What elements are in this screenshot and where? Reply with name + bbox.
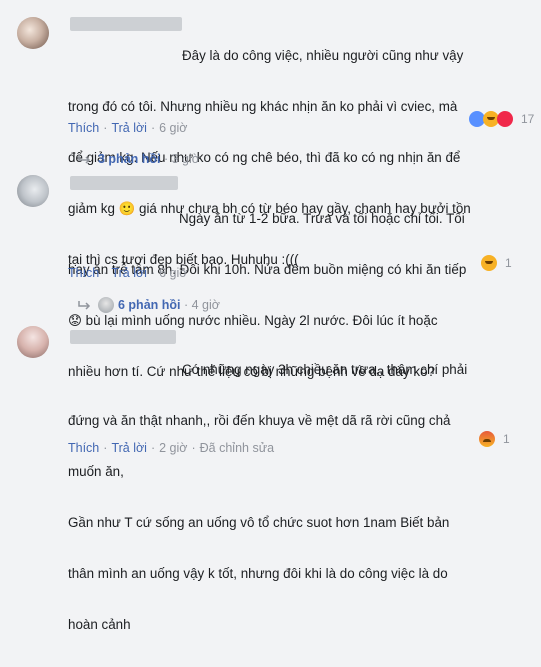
like-link[interactable]: Thích (68, 121, 99, 135)
reply-link[interactable]: Trả lời (111, 266, 147, 280)
reaction-count: 17 (521, 112, 535, 126)
comment-actions: Thích · Trả lời · 2 giờ · Đã chỉnh sửa (68, 441, 275, 455)
reply-avatar (98, 297, 114, 313)
haha-reaction-icon (481, 255, 497, 271)
reaction-summary[interactable]: 1 (481, 254, 512, 272)
comment-text: Có những ngày 3h chiều ăn trưa,, thậm ch… (68, 362, 468, 632)
reply-arrow-icon (78, 301, 91, 310)
edited-label[interactable]: Đã chỉnh sửa (200, 441, 274, 455)
view-replies-link[interactable]: 3 phản hồi · 3 giờ (78, 152, 200, 166)
reply-arrow-icon (78, 155, 91, 164)
like-link[interactable]: Thích (68, 266, 99, 280)
avatar[interactable] (17, 326, 49, 358)
like-link[interactable]: Thích (68, 441, 99, 455)
angry-reaction-icon (479, 431, 495, 447)
comment-actions: Thích · Trả lời · 6 giờ (68, 121, 188, 135)
comment-actions: Thích · Trả lời · 6 giờ (68, 266, 188, 280)
reply-link[interactable]: Trả lời (111, 121, 147, 135)
reaction-count: 1 (505, 256, 512, 270)
view-replies-link[interactable]: 6 phản hồi · 4 giờ (78, 297, 220, 313)
reaction-count: 1 (503, 432, 510, 446)
timestamp[interactable]: 2 giờ (159, 441, 187, 455)
avatar[interactable] (17, 175, 49, 207)
reaction-summary[interactable]: 17 (469, 110, 534, 128)
avatar[interactable] (17, 17, 49, 49)
reaction-summary[interactable]: 1 (479, 430, 510, 448)
heart-reaction-icon (497, 111, 513, 127)
timestamp[interactable]: 6 giờ (159, 266, 187, 280)
reply-link[interactable]: Trả lời (111, 441, 147, 455)
timestamp[interactable]: 6 giờ (159, 121, 187, 135)
